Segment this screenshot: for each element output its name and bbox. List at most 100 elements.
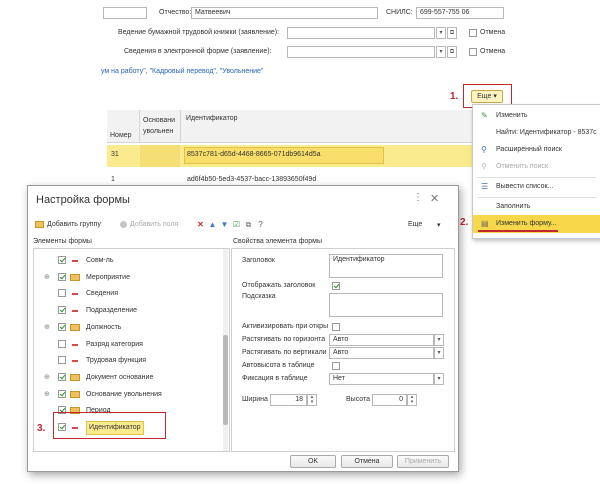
chevron-down-icon: ▾ <box>493 93 497 100</box>
tree-item-checkbox[interactable] <box>58 306 66 315</box>
menu-item-find[interactable]: Найти: Идентификатор - 8537c <box>473 124 600 142</box>
delete-icon[interactable]: ✕ <box>196 220 205 229</box>
chevron-down-icon[interactable]: ▾ <box>437 221 441 229</box>
search-icon: ⚲ <box>481 145 487 154</box>
table-row[interactable]: 31 8537c781-d65d-4468-8665-071db9614d5a <box>107 145 507 167</box>
electronic-open[interactable]: ⧉ <box>447 46 457 58</box>
height-stepper[interactable]: ▴ ▾ <box>407 394 417 406</box>
height-field[interactable]: 0 <box>372 394 407 406</box>
row-identifier: 8537c781-d65d-4468-8665-071db9614d5a <box>187 151 321 158</box>
close-icon[interactable]: ✕ <box>430 192 439 205</box>
event-links[interactable]: ум на работу", "Кадровый перевод", "Увол… <box>101 68 263 75</box>
tree-item-checkbox[interactable] <box>58 389 66 398</box>
paper-book-open[interactable]: ⧉ <box>447 27 457 39</box>
tree-item-checkbox[interactable] <box>58 289 66 298</box>
autoheight-label: Автовысота в таблице <box>242 362 315 369</box>
identifier-highlight <box>53 412 166 439</box>
hint-field[interactable] <box>329 293 443 317</box>
check-all-icon[interactable]: ☑ <box>232 220 241 229</box>
stretch-v-dropdown[interactable]: ▾ <box>434 347 444 359</box>
activate-checkbox[interactable] <box>332 323 340 331</box>
snils-field[interactable]: 699-557-755 06 <box>416 7 504 19</box>
tree-item-checkbox[interactable] <box>58 372 66 381</box>
menu-item-label: Найти: Идентификатор - 8537c <box>496 129 597 136</box>
surname-field-tail[interactable] <box>103 7 147 19</box>
expand-icon[interactable]: ⊕ <box>44 324 51 331</box>
patronymic-label: Отчество: <box>159 9 192 16</box>
tree-item-label: Совм-ль <box>86 257 114 264</box>
title-field[interactable]: Идентификатор <box>329 254 443 278</box>
tree-item-checkbox[interactable] <box>58 356 66 365</box>
tree-item[interactable]: ⊕ Документ основание <box>34 370 229 385</box>
tree-item-checkbox[interactable] <box>58 256 66 264</box>
cancel-button[interactable]: Отмена <box>341 455 393 468</box>
tree-item-label: Основание увольнения <box>86 390 162 398</box>
electronic-field[interactable] <box>287 46 435 58</box>
width-field[interactable]: 18 <box>270 394 307 406</box>
hint-label: Подсказка <box>242 293 276 300</box>
tree-item-label: Подразделение <box>86 307 138 315</box>
menu-item-output-list[interactable]: ☰ Вывести список... <box>473 178 600 196</box>
paper-book-cancel-checkbox[interactable] <box>469 29 477 37</box>
tree-item[interactable]: Совм-ль <box>34 253 229 268</box>
menu-item-edit[interactable]: ✎ Изменить <box>473 107 600 125</box>
move-down-icon[interactable]: ▼ <box>220 220 229 229</box>
paper-book-dropdown[interactable]: ▾ <box>436 27 446 39</box>
add-fields-icon <box>120 221 127 228</box>
folder-icon <box>70 390 80 398</box>
show-title-checkbox[interactable] <box>332 282 340 290</box>
row-number: 1 <box>111 176 115 183</box>
help-icon[interactable]: ? <box>256 220 265 229</box>
step-1-marker: 1. <box>450 91 459 102</box>
paper-book-field[interactable] <box>287 27 435 39</box>
fix-select[interactable]: Нет <box>329 373 434 385</box>
expand-icon[interactable]: ⊕ <box>44 391 51 398</box>
header-identifier[interactable]: Идентификатор <box>186 115 238 122</box>
tree-item-checkbox[interactable] <box>58 322 66 331</box>
tree-scrollbar-thumb[interactable] <box>223 335 228 425</box>
autoheight-checkbox[interactable] <box>332 362 340 370</box>
menu-item-fill[interactable]: Заполнить <box>473 198 600 216</box>
tree-item-label: Сведения <box>86 290 118 298</box>
patronymic-field[interactable]: Матвеевич <box>191 7 378 19</box>
copy-icon[interactable]: ⧉ <box>244 220 253 229</box>
add-group-button[interactable]: Добавить группу <box>47 221 101 228</box>
electronic-label: Сведения в электронной форме (заявление)… <box>124 48 272 55</box>
electronic-cancel-checkbox[interactable] <box>469 48 477 56</box>
menu-item-advanced-search[interactable]: ⚲ Расширенный поиск <box>473 141 600 159</box>
expand-icon[interactable]: ⊕ <box>44 374 51 381</box>
tree-item-label: Разряд категория <box>86 340 143 348</box>
tree-item-checkbox[interactable] <box>58 339 66 348</box>
expand-icon[interactable]: ⊕ <box>44 274 51 281</box>
dialog-title: Настройка формы <box>36 194 130 206</box>
stretch-v-label: Растягивать по вертикали <box>242 349 327 356</box>
title-label: Заголовок <box>242 257 275 264</box>
menu-item-label: Расширенный поиск <box>496 146 562 153</box>
ok-button[interactable]: OK <box>290 455 336 468</box>
tree-item[interactable]: Сведения <box>34 286 229 301</box>
stretch-h-dropdown[interactable]: ▾ <box>434 334 444 346</box>
add-fields-button: Добавить поля <box>130 221 179 228</box>
folder-icon <box>70 323 80 331</box>
fix-dropdown[interactable]: ▾ <box>434 373 444 385</box>
stretch-v-select[interactable]: Авто <box>329 347 434 359</box>
tree-item-label: Должность <box>86 323 122 331</box>
tree-item[interactable]: Разряд категория <box>34 337 229 352</box>
tree-item[interactable]: ⊕ Основание увольнения <box>34 387 229 402</box>
more-button[interactable]: Еще ▾ <box>471 90 503 103</box>
electronic-dropdown[interactable]: ▾ <box>436 46 446 58</box>
tree-item[interactable]: ⊕ Должность <box>34 320 229 335</box>
tree-item[interactable]: Подразделение <box>34 303 229 318</box>
tree-item[interactable]: ⊕ Мероприятие <box>34 270 229 285</box>
more-options-icon[interactable]: ⋮ <box>413 192 423 203</box>
tree-item-checkbox[interactable] <box>58 272 66 281</box>
move-up-icon[interactable]: ▲ <box>208 220 217 229</box>
context-menu: ✎ Изменить Найти: Идентификатор - 8537c … <box>472 104 600 239</box>
dialog-more-button[interactable]: Еще <box>408 221 422 228</box>
stretch-h-select[interactable]: Авто <box>329 334 434 346</box>
row-reason-cell <box>140 145 180 167</box>
menu-item-label: Вывести список... <box>496 183 554 190</box>
width-stepper[interactable]: ▴ ▾ <box>307 394 317 406</box>
menu-item-cancel-search: ⚲ Отменить поиск <box>473 158 600 176</box>
tree-item[interactable]: Трудовая функция <box>34 353 229 368</box>
